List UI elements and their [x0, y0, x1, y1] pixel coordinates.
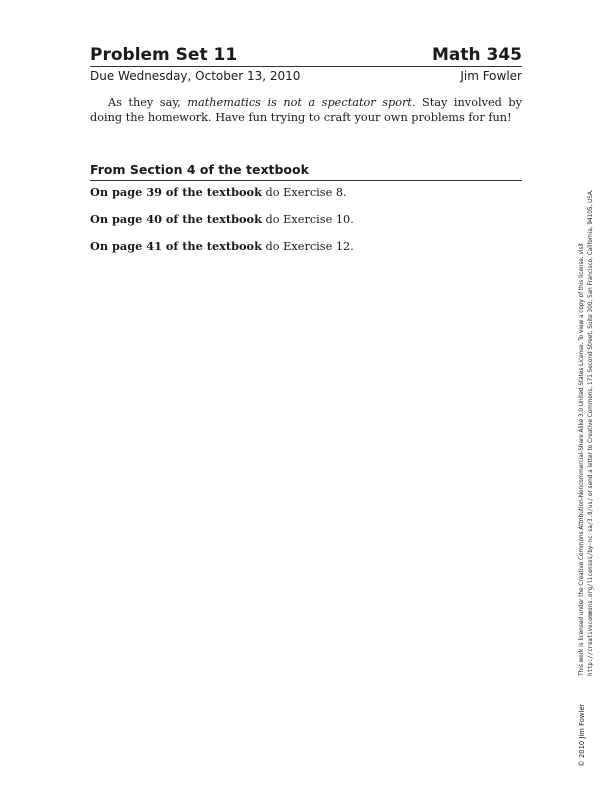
author-name: Jim Fowler [460, 69, 522, 83]
license-line-2: or send a letter to Creative Commons, 17… [588, 189, 594, 498]
intro-emphasis: mathematics is not a spectator sport. [187, 96, 416, 109]
section-title: From Section 4 of the textbook [90, 162, 309, 177]
problem-text: do Exercise 12. [261, 240, 354, 253]
section-rule [90, 180, 522, 181]
problem-item: On page 41 of the textbook do Exercise 1… [90, 239, 522, 254]
copyright-notice: © 2010 Jim Fowler [578, 703, 586, 767]
problem-label: On page 39 of the textbook [90, 185, 262, 199]
problem-label: On page 40 of the textbook [90, 212, 262, 226]
page-header: Problem Set 11 Math 345 Due Wednesday, O… [90, 44, 522, 84]
problem-item: On page 39 of the textbook do Exercise 8… [90, 185, 522, 200]
intro-paragraph: As they say, mathematics is not a specta… [90, 95, 522, 125]
course-name: Math 345 [431, 45, 522, 65]
license-line-1: This work is licensed under the Creative… [579, 242, 585, 676]
problem-item: On page 40 of the textbook do Exercise 1… [90, 212, 522, 227]
problem-label: On page 41 of the textbook [90, 239, 262, 253]
license-text: This work is licensed under the Creative… [578, 189, 596, 675]
header-rule [90, 66, 522, 67]
problem-text: do Exercise 8. [261, 186, 347, 199]
problem-list: On page 39 of the textbook do Exercise 8… [90, 185, 522, 266]
header-subtitle-row: Due Wednesday, October 13, 2010 Jim Fowl… [90, 68, 522, 84]
problem-text: do Exercise 10. [261, 213, 354, 226]
license-footer: © 2010 Jim Fowler This work is licensed … [578, 189, 596, 767]
due-date: Due Wednesday, October 13, 2010 [90, 69, 301, 83]
header-title-row: Problem Set 11 Math 345 [90, 44, 522, 66]
section-heading: From Section 4 of the textbook [90, 162, 522, 181]
problem-set-title: Problem Set 11 [90, 45, 238, 65]
intro-prefix: As they say, [108, 96, 188, 109]
document-page: Problem Set 11 Math 345 Due Wednesday, O… [0, 0, 612, 792]
license-url-link[interactable]: http://creativecommons.org/licenses/by-n… [588, 498, 594, 676]
